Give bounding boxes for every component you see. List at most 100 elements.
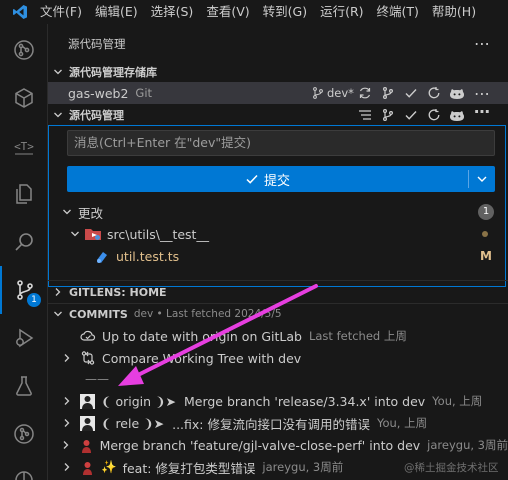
avatar bbox=[78, 437, 94, 453]
source-control-sidebar: 源代码管理 ⋯ 源代码管理存储库 gas-web2 Git dev* ⋯ 源代码… bbox=[48, 24, 508, 480]
scm-header-label: 源代码管理 bbox=[69, 109, 124, 122]
uptodate-meta: Last fetched 上周 bbox=[308, 329, 407, 343]
explorer-files-icon[interactable] bbox=[0, 170, 48, 218]
repository-type: Git bbox=[135, 86, 153, 100]
gitlens-icon[interactable] bbox=[0, 410, 48, 458]
changed-file-row[interactable]: util.test.ts M bbox=[48, 245, 508, 267]
commits-header[interactable]: COMMITS dev • Last fetched 2024/5/5 bbox=[48, 304, 508, 324]
vscode-logo-icon[interactable] bbox=[0, 0, 40, 24]
search-icon[interactable] bbox=[0, 218, 48, 266]
changes-group-row[interactable]: 更改 1 bbox=[48, 201, 508, 223]
commit-dropdown-icon[interactable] bbox=[469, 173, 495, 185]
section-divider bbox=[48, 280, 508, 281]
uptodate-text: Up to date with origin on GitLab bbox=[102, 328, 302, 344]
cloud-check-icon bbox=[80, 329, 96, 343]
changes-count-badge: 1 bbox=[478, 204, 494, 220]
uptodate-row[interactable]: Up to date with origin on GitLab Last fe… bbox=[48, 325, 508, 347]
separator-row: —— bbox=[48, 369, 508, 389]
repositories-header[interactable]: 源代码管理存储库 bbox=[48, 62, 508, 82]
scm-more-icon[interactable]: ⋯ bbox=[474, 102, 490, 121]
chevron-down-icon bbox=[68, 229, 82, 239]
sidebar-title: 源代码管理 bbox=[68, 37, 126, 51]
repository-name: gas-web2 bbox=[68, 85, 129, 101]
sparkles-icon: ✨ bbox=[101, 459, 117, 474]
menu-go[interactable]: 转到(G) bbox=[263, 0, 307, 24]
chevron-right-icon bbox=[51, 287, 65, 297]
commit-button[interactable]: 提交 bbox=[67, 166, 495, 192]
menu-bar: 文件(F) 编辑(E) 选择(S) 查看(V) 转到(G) 运行(R) 终端(T… bbox=[0, 0, 508, 24]
github-icon[interactable] bbox=[446, 104, 468, 126]
github-icon[interactable] bbox=[446, 82, 468, 104]
view-as-tree-icon[interactable] bbox=[354, 104, 376, 126]
menu-edit[interactable]: 编辑(E) bbox=[95, 0, 138, 24]
menu-view[interactable]: 查看(V) bbox=[206, 0, 249, 24]
commit-check-icon[interactable] bbox=[400, 104, 422, 126]
chevron-right-icon bbox=[60, 396, 74, 406]
branch-icon bbox=[313, 87, 323, 99]
sync-icon[interactable] bbox=[354, 82, 376, 104]
commit-message: Merge branch 'feature/gjl-valve-close-pe… bbox=[99, 437, 421, 453]
branch-switch-icon[interactable] bbox=[377, 82, 399, 104]
compare-text: Compare Working Tree with dev bbox=[102, 350, 302, 366]
template-tag-icon[interactable]: <T> bbox=[0, 122, 48, 170]
compare-icon bbox=[80, 350, 96, 366]
commit-button-main[interactable]: 提交 bbox=[67, 170, 468, 189]
commit-message: Merge branch 'release/3.34.x' into dev bbox=[183, 393, 426, 409]
chevron-down-icon bbox=[60, 207, 74, 217]
menu-run[interactable]: 运行(R) bbox=[320, 0, 363, 24]
git-graph-icon[interactable] bbox=[0, 26, 48, 74]
source-control-icon[interactable]: 1 bbox=[0, 266, 48, 314]
commit-row[interactable]: ✨ feat: 修复打包类型错误 jareygu, 3周前 @稀土掘金技术社区 bbox=[48, 456, 508, 478]
more-actions-icon[interactable]: ⋯ bbox=[474, 34, 491, 53]
commits-header-meta: dev • Last fetched 2024/5/5 bbox=[133, 308, 282, 320]
sidebar-title-row: 源代码管理 ⋯ bbox=[48, 32, 508, 56]
changes-label: 更改 bbox=[78, 205, 104, 221]
commit-button-label: 提交 bbox=[263, 173, 290, 189]
commit-message-input[interactable]: 消息(Ctrl+Enter 在"dev"提交) bbox=[67, 130, 495, 156]
commit-message: feat: 修复打包类型错误 bbox=[122, 460, 256, 476]
commit-check-icon[interactable] bbox=[400, 82, 422, 104]
chevron-right-icon bbox=[60, 353, 74, 363]
refresh-icon[interactable] bbox=[423, 82, 445, 104]
commit-row[interactable]: ❨ rele ❩➤ ...fix: 修复流向接口没有调用的错误 You, 上周 bbox=[48, 412, 508, 434]
commit-message: ...fix: 修复流向接口没有调用的错误 bbox=[172, 416, 370, 432]
gitlens-home-header[interactable]: GITLENS: HOME bbox=[48, 282, 508, 302]
repo-more-icon[interactable]: ⋯ bbox=[474, 84, 490, 103]
repository-row[interactable]: gas-web2 Git dev* ⋯ bbox=[48, 82, 508, 104]
scm-header[interactable]: 源代码管理 ⋯ bbox=[48, 102, 508, 126]
compare-row[interactable]: Compare Working Tree with dev bbox=[48, 347, 508, 369]
folder-row[interactable]: src\utils\__test__ bbox=[48, 223, 508, 245]
menu-terminal[interactable]: 终端(T) bbox=[377, 0, 419, 24]
remote-explorer-icon[interactable] bbox=[0, 74, 48, 122]
file-status-modified: M bbox=[480, 249, 492, 263]
testing-flask-icon[interactable] bbox=[0, 362, 48, 410]
commit-row[interactable]: Merge branch 'feature/gjl-valve-close-pe… bbox=[48, 434, 508, 456]
branch-name[interactable]: dev* bbox=[327, 86, 354, 100]
commit-meta: jareygu, 3周前 bbox=[427, 438, 508, 452]
commits-header-label: COMMITS bbox=[69, 307, 128, 321]
chevron-down-icon bbox=[51, 67, 65, 77]
menu-file[interactable]: 文件(F) bbox=[40, 0, 82, 24]
test-folder-icon bbox=[84, 226, 102, 242]
folder-modified-dot bbox=[482, 231, 488, 237]
svg-text:<T>: <T> bbox=[14, 140, 34, 153]
menu-selection[interactable]: 选择(S) bbox=[151, 0, 194, 24]
file-name: util.test.ts bbox=[116, 248, 180, 264]
commit-ref-tag: ❨ rele ❩➤ bbox=[101, 415, 165, 431]
commit-row[interactable]: ❨ origin ❩➤ Merge branch 'release/3.34.x… bbox=[48, 390, 508, 412]
chevron-down-icon bbox=[51, 110, 65, 120]
menu-help[interactable]: 帮助(H) bbox=[432, 0, 476, 24]
commit-meta: You, 上周 bbox=[432, 394, 483, 408]
refresh-icon[interactable] bbox=[423, 104, 445, 126]
gitlens-inspect-icon[interactable] bbox=[0, 456, 48, 480]
commit-ref-tag: ❨ origin ❩➤ bbox=[101, 393, 176, 409]
chevron-down-icon bbox=[51, 309, 65, 319]
branch-icon[interactable] bbox=[377, 104, 399, 126]
folder-path: src\utils\__test__ bbox=[107, 226, 209, 242]
run-debug-icon[interactable] bbox=[0, 314, 48, 362]
avatar bbox=[80, 393, 95, 409]
watermark-text: @稀土掘金技术社区 bbox=[404, 461, 499, 474]
source-control-badge: 1 bbox=[27, 293, 41, 307]
commit-meta: jareygu, 3周前 bbox=[262, 460, 344, 474]
gitlens-home-label: GITLENS: HOME bbox=[69, 285, 167, 299]
